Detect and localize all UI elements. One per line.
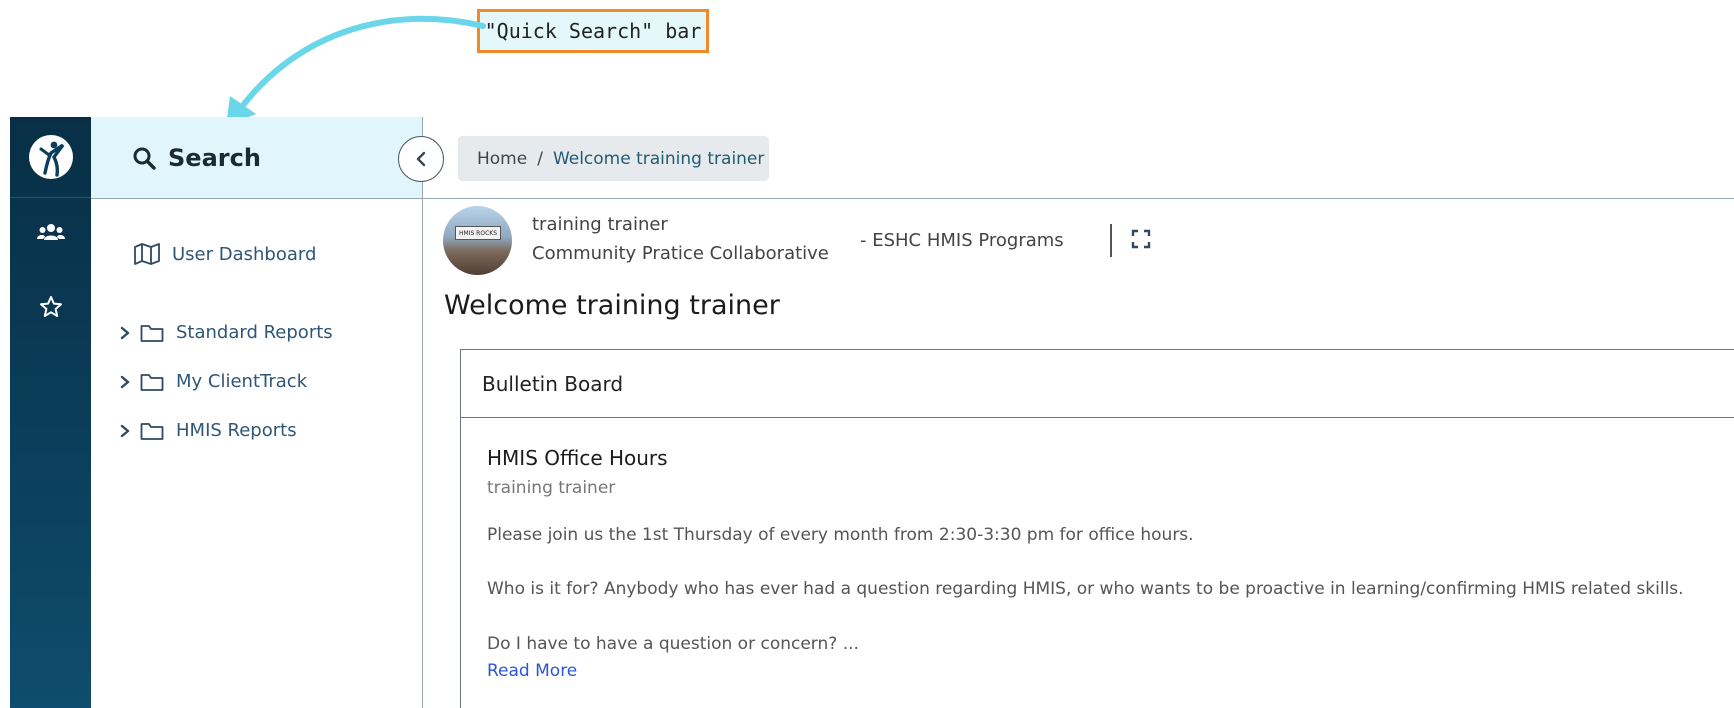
user-name: training trainer [532, 214, 668, 235]
post-author: training trainer [487, 478, 616, 498]
nav-item-label: Standard Reports [176, 322, 333, 343]
dancer-logo-icon [28, 135, 73, 179]
quick-search-bar[interactable]: Search [91, 117, 422, 199]
post-paragraph: Please join us the 1st Thursday of every… [487, 525, 1194, 545]
search-label: Search [168, 143, 261, 172]
icon-rail [10, 117, 91, 708]
breadcrumb: Home / Welcome training trainer [458, 136, 769, 181]
nav-item-my-clienttrack[interactable]: My ClientTrack [114, 371, 307, 392]
nav-item-label: User Dashboard [172, 243, 317, 265]
nav-item-hmis-reports[interactable]: HMIS Reports [114, 420, 297, 441]
nav-item-standard-reports[interactable]: Standard Reports [114, 322, 333, 343]
read-more-link[interactable]: Read More [487, 661, 577, 681]
page-title: Welcome training trainer [444, 290, 780, 321]
map-icon [134, 243, 160, 265]
breadcrumb-home-link[interactable]: Home [477, 149, 527, 169]
search-icon [133, 147, 156, 170]
post-paragraph: Do I have to have a question or concern?… [487, 634, 859, 654]
nav-item-label: HMIS Reports [176, 420, 297, 441]
nav-item-user-dashboard[interactable]: User Dashboard [134, 243, 316, 265]
bulletin-board: Bulletin Board HMIS Office Hours trainin… [460, 349, 1734, 708]
navigation-panel: Search User Dashboard Standard Reports M… [91, 117, 423, 708]
avatar[interactable]: HMIS ROCKS [443, 206, 512, 275]
user-program: - ESHC HMIS Programs [860, 230, 1064, 251]
chevron-right-icon[interactable] [114, 424, 136, 438]
rail-favorites-button[interactable] [10, 281, 91, 333]
avatar-banner: HMIS ROCKS [455, 226, 501, 240]
user-organization: Community Pratice Collaborative [532, 243, 829, 264]
rail-users-button[interactable] [10, 206, 91, 258]
users-icon [36, 224, 65, 240]
nav-item-label: My ClientTrack [176, 371, 308, 392]
folder-icon [140, 421, 164, 441]
chevron-left-icon [416, 151, 426, 167]
chevron-right-icon[interactable] [114, 375, 136, 389]
breadcrumb-current: Welcome training trainer [552, 148, 765, 169]
folder-icon [140, 323, 164, 343]
fullscreen-icon[interactable] [1131, 229, 1151, 249]
header-divider [423, 198, 1734, 199]
chevron-right-icon[interactable] [114, 326, 136, 340]
header-separator [1110, 224, 1112, 257]
bulletin-board-header: Bulletin Board [461, 350, 1734, 418]
post-title: HMIS Office Hours [487, 446, 668, 470]
breadcrumb-separator: / [537, 148, 543, 169]
app-logo[interactable] [10, 117, 91, 198]
star-icon [39, 296, 62, 317]
folder-icon [140, 372, 164, 392]
collapse-nav-button[interactable] [398, 136, 444, 182]
post-paragraph: Who is it for? Anybody who has ever had … [487, 579, 1684, 599]
